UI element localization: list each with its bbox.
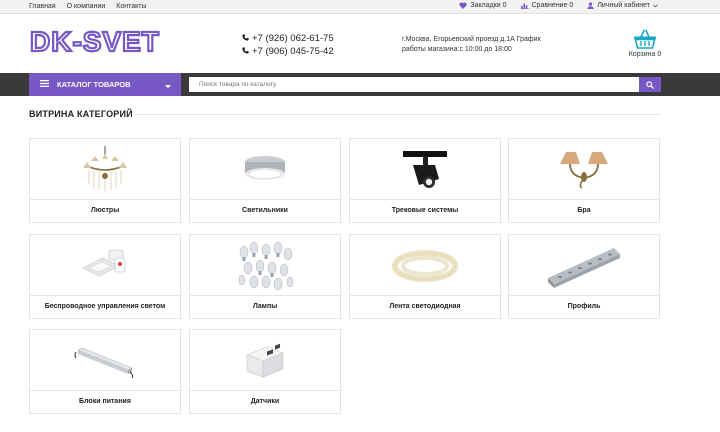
top-bar: Главная О компании Контакты Закладки 0 С… bbox=[0, 0, 720, 14]
lamps-image bbox=[190, 235, 340, 297]
account-label: Личный кабинет bbox=[597, 2, 650, 9]
account-link[interactable]: Личный кабинет bbox=[587, 2, 658, 9]
top-nav: Главная О компании Контакты bbox=[29, 3, 147, 10]
track-light-image bbox=[350, 139, 500, 201]
phone-number-2: +7 (906) 045-75-42 bbox=[252, 45, 334, 57]
category-card-sconces[interactable]: Бра bbox=[508, 138, 660, 223]
category-card-led-strip[interactable]: Лента светодиодная bbox=[349, 234, 501, 319]
category-card-profile[interactable]: Профиль bbox=[508, 234, 660, 319]
category-card-track-systems[interactable]: Трековые системы bbox=[349, 138, 501, 223]
nav-link-about[interactable]: О компании bbox=[67, 3, 106, 10]
category-label: Блоки питания bbox=[30, 390, 180, 413]
phone-line-1[interactable]: +7 (926) 062-61-75 bbox=[242, 32, 334, 44]
top-right-links: Закладки 0 Сравнение 0 Личный кабинет bbox=[459, 2, 658, 9]
address-line-2: работы магазина:с 10:00 до 18:00 bbox=[402, 46, 512, 53]
chevron-down-icon bbox=[653, 3, 658, 8]
phone-icon bbox=[242, 46, 249, 57]
phone-icon bbox=[242, 33, 249, 44]
nav-link-contacts[interactable]: Контакты bbox=[116, 3, 146, 10]
phone-number-1: +7 (926) 062-61-75 bbox=[252, 32, 334, 44]
category-label: Люстры bbox=[30, 199, 180, 222]
section-title: ВИТРИНА КАТЕГОРИЙ bbox=[29, 109, 133, 119]
category-card-lights[interactable]: Светильники bbox=[189, 138, 341, 223]
catalog-button[interactable]: КАТАЛОГ ТОВАРОВ bbox=[29, 73, 181, 96]
category-label: Лента светодиодная bbox=[350, 295, 500, 318]
compare-label: Сравнение 0 bbox=[531, 2, 574, 9]
phone-block: +7 (926) 062-61-75 +7 (906) 045-75-42 bbox=[242, 32, 334, 58]
bar-chart-icon bbox=[520, 2, 529, 9]
user-icon bbox=[587, 2, 594, 9]
profile-image bbox=[509, 235, 659, 297]
category-card-power-supplies[interactable]: Блоки питания bbox=[29, 329, 181, 414]
category-card-sensors[interactable]: Датчики bbox=[189, 329, 341, 414]
site-logo[interactable]: DK-SVET bbox=[29, 25, 181, 61]
search-input[interactable] bbox=[189, 77, 639, 92]
category-card-chandeliers[interactable]: Люстры bbox=[29, 138, 181, 223]
store-address: г.Москва, Егорьевский проезд д.1А График… bbox=[402, 35, 541, 55]
search-icon bbox=[646, 76, 654, 94]
chandelier-image bbox=[30, 139, 180, 201]
compare-link[interactable]: Сравнение 0 bbox=[520, 2, 574, 9]
cart-button[interactable]: Корзина 0 bbox=[625, 29, 665, 58]
nav-link-home[interactable]: Главная bbox=[29, 3, 56, 10]
category-label: Светильники bbox=[190, 199, 340, 222]
category-card-lamps[interactable]: Лампы bbox=[189, 234, 341, 319]
bookmarks-label: Закладки 0 bbox=[470, 2, 507, 9]
heart-icon bbox=[459, 2, 467, 9]
category-label: Трековые системы bbox=[350, 199, 500, 222]
main-navbar: КАТАЛОГ ТОВАРОВ bbox=[0, 73, 720, 96]
category-card-wireless-control[interactable]: Беспроводное управления светом bbox=[29, 234, 181, 319]
led-strip-image bbox=[350, 235, 500, 297]
category-label: Беспроводное управления светом bbox=[30, 295, 180, 318]
menu-icon bbox=[40, 80, 49, 89]
category-label: Профиль bbox=[509, 295, 659, 318]
logo-text: DK-SVET bbox=[30, 28, 160, 56]
catalog-label: КАТАЛОГ ТОВАРОВ bbox=[57, 80, 131, 89]
category-label: Бра bbox=[509, 199, 659, 222]
bookmarks-link[interactable]: Закладки 0 bbox=[459, 2, 507, 9]
phone-line-2[interactable]: +7 (906) 045-75-42 bbox=[242, 45, 334, 57]
wireless-switch-image bbox=[30, 235, 180, 297]
search-button[interactable] bbox=[639, 77, 661, 92]
ceiling-light-image bbox=[190, 139, 340, 201]
sconce-image bbox=[509, 139, 659, 201]
cart-label: Корзина 0 bbox=[628, 51, 662, 58]
power-supply-image bbox=[30, 330, 180, 392]
category-label: Датчики bbox=[190, 390, 340, 413]
address-line-1: г.Москва, Егорьевский проезд д.1А График bbox=[402, 36, 541, 43]
basket-icon bbox=[625, 29, 665, 49]
category-label: Лампы bbox=[190, 295, 340, 318]
sensor-image bbox=[190, 330, 340, 392]
section-divider bbox=[135, 114, 660, 115]
caret-down-icon bbox=[165, 82, 171, 91]
